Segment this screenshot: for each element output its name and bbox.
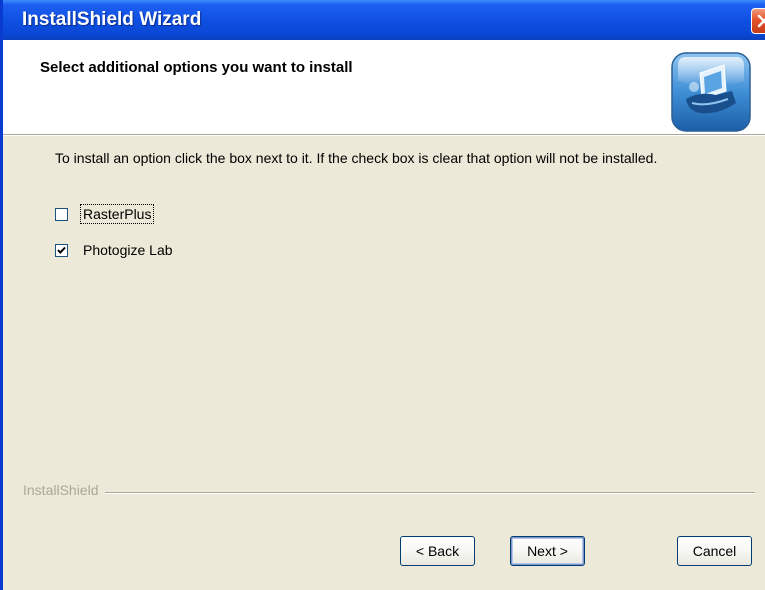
photogize-lab-label[interactable]: Photogize Lab	[81, 241, 175, 259]
photogize-lab-checkbox[interactable]	[55, 243, 68, 257]
back-button[interactable]: < Back	[400, 536, 475, 566]
option-rasterplus[interactable]: RasterPlus	[55, 204, 155, 224]
next-button[interactable]: Next >	[510, 536, 585, 566]
title-bar[interactable]: InstallShield Wizard	[3, 0, 765, 40]
cancel-button-label: Cancel	[692, 543, 737, 559]
rasterplus-label[interactable]: RasterPlus	[79, 204, 155, 224]
page-title: Select additional options you want to in…	[40, 59, 353, 76]
divider-line	[23, 492, 755, 494]
computer-install-icon	[671, 52, 751, 132]
option-photogize-lab[interactable]: Photogize Lab	[55, 240, 175, 260]
close-button[interactable]	[751, 8, 765, 34]
installshield-brand-divider: InstallShield	[23, 482, 755, 502]
window-title: InstallShield Wizard	[22, 9, 202, 30]
checkmark-icon	[57, 246, 66, 254]
wizard-header: Select additional options you want to in…	[3, 40, 765, 136]
installshield-brand-label: InstallShield	[23, 482, 105, 498]
next-button-label: Next >	[527, 543, 568, 559]
instructions-text: To install an option click the box next …	[55, 150, 658, 166]
installshield-wizard-window: InstallShield Wizard Select additional o…	[0, 0, 765, 590]
cancel-button[interactable]: Cancel	[677, 536, 752, 566]
close-x-icon	[757, 14, 765, 28]
rasterplus-checkbox[interactable]	[55, 207, 68, 221]
back-button-label: < Back	[415, 543, 460, 559]
